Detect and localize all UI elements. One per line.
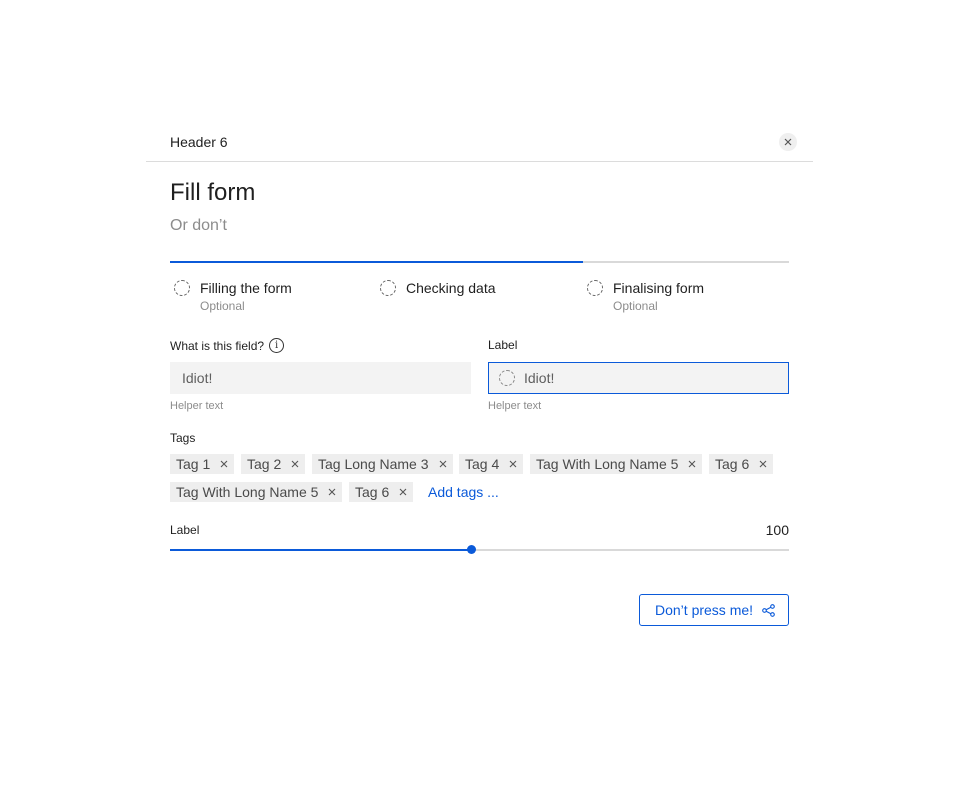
- input-value: Idiot!: [182, 369, 213, 386]
- step-optional-label: Optional: [613, 299, 658, 313]
- add-tags-link[interactable]: Add tags ...: [428, 484, 499, 500]
- step-filling-the-form[interactable]: Filling the form Optional: [174, 280, 292, 313]
- slider-fill: [170, 549, 471, 551]
- step-text: Finalising form Optional: [613, 280, 704, 313]
- remove-tag-icon[interactable]: [285, 454, 305, 474]
- step-indicator-icon: [174, 280, 190, 296]
- step-label: Checking data: [406, 280, 496, 296]
- step-text: Checking data: [406, 280, 496, 296]
- tag-chip: Tag 6: [709, 454, 774, 474]
- field-label-2: Label: [488, 338, 517, 352]
- tag-chip: Tag Long Name 3: [312, 454, 453, 474]
- tag-label: Tag With Long Name 5: [536, 456, 679, 472]
- step-indicator-icon: [587, 280, 603, 296]
- remove-tag-icon[interactable]: [393, 482, 413, 502]
- step-optional-label: Optional: [200, 299, 245, 313]
- tag-chip: Tag 4: [459, 454, 524, 474]
- dont-press-me-button[interactable]: Don’t press me!: [639, 594, 789, 626]
- form-subtitle: Or don’t: [170, 217, 227, 234]
- remove-tag-icon[interactable]: [753, 454, 773, 474]
- share-icon: [762, 603, 775, 617]
- tag-label: Tag 2: [247, 456, 282, 472]
- remove-tag-icon[interactable]: [214, 454, 234, 474]
- dialog-header-title: Header 6: [170, 134, 228, 150]
- close-icon: [784, 138, 792, 146]
- remove-tag-icon[interactable]: [433, 454, 453, 474]
- form-dialog: Header 6 Fill form Or don’t Filling the …: [146, 122, 813, 652]
- tag-label: Tag 1: [176, 456, 211, 472]
- field-label-what-is-this: What is this field? i: [170, 338, 285, 353]
- tag-label: Tag With Long Name 5: [176, 484, 319, 500]
- button-label: Don’t press me!: [655, 602, 754, 618]
- form-title: Fill form: [170, 179, 256, 206]
- slider-value: 100: [765, 522, 789, 538]
- step-text: Filling the form Optional: [200, 280, 292, 313]
- tag-chip: Tag 6: [349, 482, 414, 502]
- field-label-text: What is this field?: [170, 338, 265, 353]
- tag-chip: Tag 2: [241, 454, 306, 474]
- step-label: Filling the form: [200, 280, 292, 296]
- field-label-text: Label: [488, 338, 518, 352]
- step-checking-data[interactable]: Checking data: [380, 280, 496, 296]
- tag-chip: Tag With Long Name 5: [170, 482, 343, 502]
- progress-track: [170, 261, 789, 263]
- slider-label: Label: [170, 523, 200, 537]
- tag-chip: Tag 1: [170, 454, 235, 474]
- helper-text-1: Helper text: [170, 400, 224, 412]
- step-finalising-form[interactable]: Finalising form Optional: [587, 280, 704, 313]
- tag-label: Tag Long Name 3: [318, 456, 429, 472]
- tags-label: Tags: [170, 431, 196, 445]
- text-input-2[interactable]: Idiot!: [488, 362, 789, 394]
- info-icon[interactable]: i: [269, 338, 285, 353]
- progress-fill: [170, 261, 583, 263]
- text-input-1[interactable]: Idiot!: [170, 362, 471, 394]
- slider-track[interactable]: [170, 545, 789, 554]
- tag-label: Tag 6: [715, 456, 750, 472]
- step-label: Finalising form: [613, 280, 705, 296]
- helper-text-2: Helper text: [488, 400, 542, 412]
- close-button[interactable]: [779, 133, 797, 151]
- input-value: Idiot!: [524, 370, 555, 386]
- tag-chip: Tag With Long Name 5: [530, 454, 703, 474]
- remove-tag-icon[interactable]: [322, 482, 342, 502]
- loading-icon: [499, 370, 515, 386]
- tag-label: Tag 6: [355, 484, 390, 500]
- dialog-header: Header 6: [146, 122, 813, 162]
- step-indicator-icon: [380, 280, 396, 296]
- tag-label: Tag 4: [465, 456, 500, 472]
- slider-handle[interactable]: [466, 545, 476, 554]
- remove-tag-icon[interactable]: [503, 454, 523, 474]
- remove-tag-icon[interactable]: [682, 454, 702, 474]
